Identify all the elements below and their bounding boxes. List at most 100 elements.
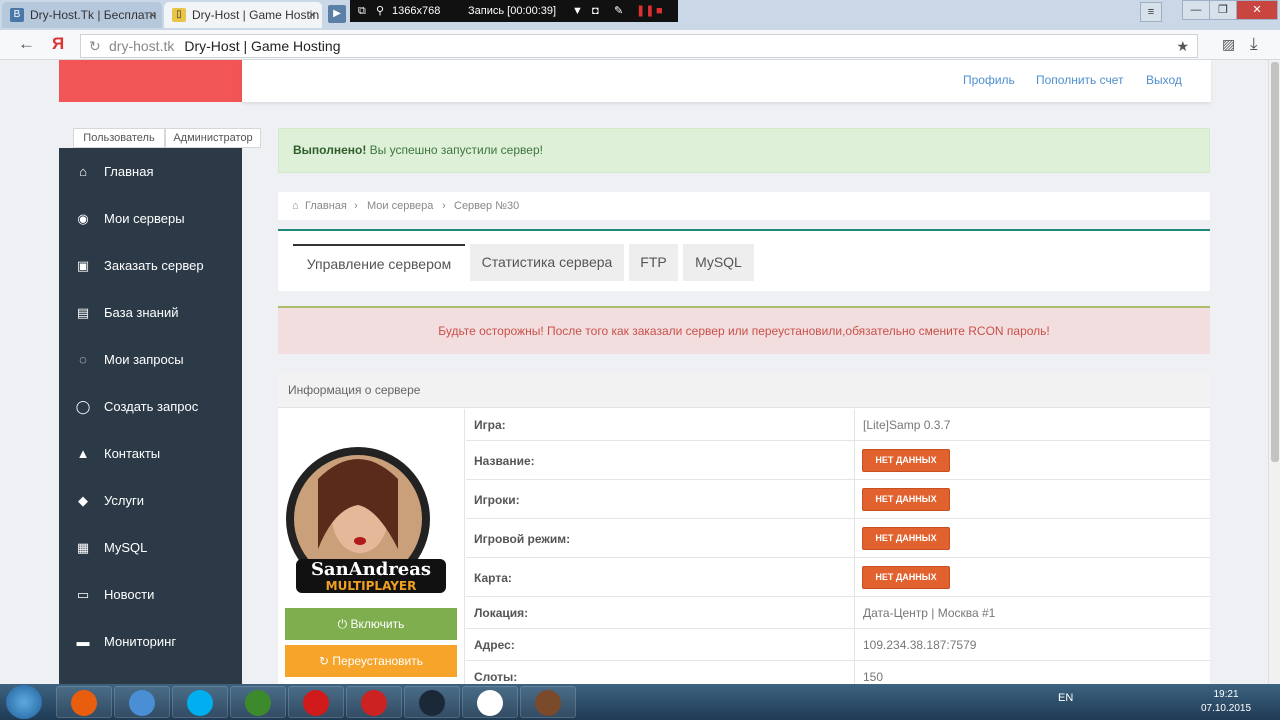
sidebar-item-3[interactable]: ▤ База знаний <box>59 289 242 336</box>
sidebar-item-label: Мои серверы <box>104 211 185 226</box>
tab-manage[interactable]: Управление сервером <box>293 244 465 281</box>
row-label: Локация: <box>474 606 529 620</box>
taskbar-app-5[interactable] <box>346 686 402 718</box>
top-nav: Профиль Пополнить счет Выход <box>242 60 1211 102</box>
page-scrollbar[interactable] <box>1268 60 1280 684</box>
sidebar-item-10[interactable]: ▬ Мониторинг <box>59 618 242 665</box>
shield-icon <box>129 690 155 716</box>
taskbar-app-4[interactable] <box>288 686 344 718</box>
cubes-icon: ◆ <box>78 493 88 508</box>
breadcrumb-servers[interactable]: Мои сервера <box>367 192 433 220</box>
success-text: Вы успешно запустили сервер! <box>366 143 543 157</box>
start-server-button[interactable]: ⏻ Включить <box>285 608 457 640</box>
browser-tab-1[interactable]: В Dry-Host.Tk | Бесплатн × <box>2 2 162 28</box>
tab-mysql[interactable]: MySQL <box>683 244 754 281</box>
taskbar-app-2[interactable] <box>172 686 228 718</box>
reinstall-label: Переустановить <box>332 654 423 668</box>
start-label: Включить <box>350 617 405 631</box>
dropdown-icon[interactable]: ▼ <box>572 0 583 22</box>
row-label: Название: <box>474 453 535 468</box>
language-indicator[interactable]: EN <box>1058 692 1073 704</box>
logout-link[interactable]: Выход <box>1146 73 1182 87</box>
yandex-icon[interactable]: Я <box>52 34 64 54</box>
bell-icon: ▲ <box>76 446 90 461</box>
panel-title: Информация о сервере <box>278 372 1210 408</box>
sidebar-item-2[interactable]: ▣ Заказать сервер <box>59 242 242 289</box>
reinstall-button[interactable]: ↻ Переустановить <box>285 645 457 677</box>
no-data-badge: НЕТ ДАННЫХ <box>862 527 950 550</box>
sidebar-item-8[interactable]: ▦ MySQL <box>59 524 242 571</box>
recorder-status: Запись [00:00:39] <box>468 5 557 17</box>
desktop-icon: ▬ <box>76 634 90 649</box>
cell-divider <box>854 441 855 479</box>
sidebar-item-6[interactable]: ▲ Контакты <box>59 430 242 477</box>
camera-icon[interactable]: ◘ <box>592 0 599 22</box>
taskbar-app-1[interactable] <box>114 686 170 718</box>
stop-icon[interactable]: ■ <box>656 0 663 22</box>
back-icon[interactable]: ← <box>18 34 35 54</box>
gamepad-icon: ◉ <box>77 211 89 226</box>
samp-icon <box>535 690 561 716</box>
table-row: Карта: НЕТ ДАННЫХ <box>466 558 1210 597</box>
close-icon[interactable]: × <box>148 2 156 28</box>
role-tab-user[interactable]: Пользователь <box>73 128 165 148</box>
minimize-button[interactable]: — <box>1182 0 1210 20</box>
cell-divider <box>854 409 855 440</box>
taskbar-app-7[interactable] <box>462 686 518 718</box>
role-tab-admin[interactable]: Администратор <box>165 128 261 148</box>
row-value: Дата-Центр | Москва #1 <box>863 606 996 620</box>
logo-line2: MULTIPLAYER <box>326 579 417 593</box>
clock[interactable]: 19:21 07.10.2015 <box>1196 688 1256 716</box>
taskbar-app-8[interactable] <box>520 686 576 718</box>
close-icon[interactable]: × <box>308 2 316 28</box>
image-icon[interactable]: ▨ <box>1222 36 1235 53</box>
menu-icon[interactable]: ≡ <box>1140 2 1162 22</box>
pause-icon[interactable]: ❚❚ <box>636 0 654 22</box>
skype-icon <box>187 690 213 716</box>
breadcrumb-home[interactable]: Главная <box>305 192 347 220</box>
sidebar-item-0[interactable]: ⌂ Главная <box>59 148 242 195</box>
reload-icon[interactable]: ↻ <box>89 35 101 57</box>
url-field[interactable]: ↻ dry-host.tk Dry-Host | Game Hosting ★ <box>80 34 1198 58</box>
cell-divider <box>854 480 855 518</box>
star-icon[interactable]: ★ <box>1176 35 1189 57</box>
breadcrumb: ⌂ Главная › Мои сервера › Сервер №30 <box>278 192 1210 220</box>
start-button[interactable] <box>6 685 42 719</box>
download-icon[interactable]: ⤓ <box>1250 34 1258 54</box>
pen-icon[interactable]: ✎ <box>614 0 623 22</box>
topup-link[interactable]: Пополнить счет <box>1036 73 1124 87</box>
game-icon <box>245 690 271 716</box>
sidebar-item-1[interactable]: ◉ Мои серверы <box>59 195 242 242</box>
comments-icon: ◌ <box>79 352 87 367</box>
sidebar-item-4[interactable]: ◌ Мои запросы <box>59 336 242 383</box>
no-data-badge: НЕТ ДАННЫХ <box>862 566 950 589</box>
steam-icon <box>419 690 445 716</box>
window-icon[interactable]: ⧉ <box>358 0 366 22</box>
taskbar-app-0[interactable] <box>56 686 112 718</box>
sidebar-item-label: Услуги <box>104 493 144 508</box>
site-logo[interactable] <box>59 60 242 102</box>
new-tab-button[interactable]: ▶ <box>328 5 346 23</box>
scroll-thumb[interactable] <box>1271 62 1279 462</box>
role-tabs: Пользователь Администратор <box>73 128 261 148</box>
tab-stats[interactable]: Статистика сервера <box>470 244 624 281</box>
sidebar-item-5[interactable]: ◯ Создать запрос <box>59 383 242 430</box>
taskbar-app-3[interactable] <box>230 686 286 718</box>
server-tabs: Управление сервером Статистика сервера F… <box>278 229 1210 291</box>
sidebar-item-9[interactable]: ▭ Новости <box>59 571 242 618</box>
url-title: Dry-Host | Game Hosting <box>184 38 341 54</box>
search-icon[interactable]: ⚲ <box>376 0 384 22</box>
browser-tab-2[interactable]: ▯ Dry-Host | Game Hostin × <box>164 2 322 28</box>
close-window-button[interactable]: ✕ <box>1236 0 1278 20</box>
sidebar-item-label: Контакты <box>104 446 161 461</box>
sidebar-item-label: Новости <box>104 587 155 602</box>
tab-ftp[interactable]: FTP <box>629 244 678 281</box>
vk-icon: В <box>10 8 24 22</box>
row-label: Игра: <box>474 418 506 432</box>
sidebar-item-label: База знаний <box>104 305 179 320</box>
maximize-button[interactable]: ❐ <box>1209 0 1237 20</box>
taskbar-app-6[interactable] <box>404 686 460 718</box>
cell-divider <box>854 519 855 557</box>
sidebar-item-7[interactable]: ◆ Услуги <box>59 477 242 524</box>
profile-link[interactable]: Профиль <box>963 73 1015 87</box>
